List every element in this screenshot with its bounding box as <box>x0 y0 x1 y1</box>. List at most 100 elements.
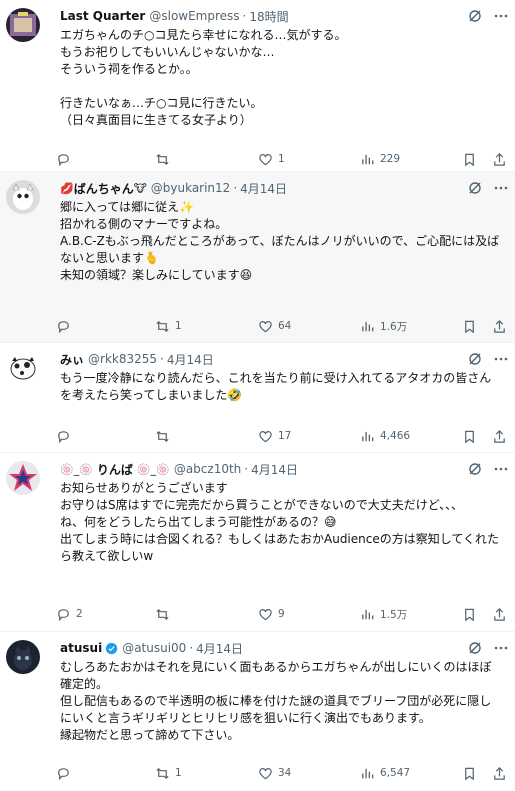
like-icon <box>259 320 272 332</box>
timestamp[interactable]: 4月14日 <box>240 180 287 197</box>
name-emoji: 🐮 <box>133 181 147 195</box>
action-bar: 2 9 1.5万 <box>58 603 505 625</box>
reply-button[interactable] <box>56 762 76 784</box>
share-button[interactable] <box>492 762 507 784</box>
more-icon[interactable] <box>493 8 509 24</box>
reply-button[interactable] <box>56 148 76 170</box>
more-icon[interactable] <box>493 351 509 367</box>
tweet[interactable]: 🍥_🍥 りんば 🍥_🍥 @abcz10th · 4月14日 お知らせありがとうご… <box>0 453 515 632</box>
handle[interactable]: @byukarin12 <box>151 181 231 195</box>
avatar[interactable] <box>6 351 40 385</box>
views-button[interactable]: 6,547 <box>360 762 410 784</box>
tweet-header: 💋 ばんちゃん 🐮 @byukarin12 · 4月14日 <box>60 172 503 198</box>
like-button[interactable]: 9 <box>258 603 285 625</box>
like-button[interactable]: 34 <box>258 762 291 784</box>
timestamp[interactable]: 4月14日 <box>251 461 298 478</box>
bookmark-button[interactable] <box>462 603 477 625</box>
timestamp[interactable]: 4月14日 <box>196 640 243 657</box>
tweet[interactable]: atusui @atusui00 · 4月14日 むしろあたおかはそれを見にいく… <box>0 632 515 791</box>
retweet-icon <box>156 767 169 779</box>
handle[interactable]: @slowEmpress <box>149 9 239 23</box>
share-button[interactable] <box>492 148 507 170</box>
reply-button[interactable]: 2 <box>56 603 83 625</box>
display-name[interactable]: Last Quarter <box>60 9 145 23</box>
reply-button[interactable] <box>56 425 76 447</box>
view-count: 6,547 <box>380 767 411 779</box>
views-button[interactable]: 1.6万 <box>360 315 407 337</box>
reply-button[interactable] <box>56 315 76 337</box>
tweet-header: Last Quarter @slowEmpress · 18時間 <box>60 0 503 26</box>
reply-icon <box>58 320 69 333</box>
tweet-text: むしろあたおかはそれを見にいく面もあるからエガちゃんが出しにいくのはほぼ確定的。… <box>60 660 492 742</box>
bookmark-icon <box>465 430 474 443</box>
grok-icon[interactable] <box>467 351 483 367</box>
avatar[interactable] <box>6 8 40 42</box>
timestamp[interactable]: 18時間 <box>249 8 288 25</box>
share-icon <box>494 607 505 621</box>
retweet-icon <box>156 320 169 332</box>
display-name[interactable]: りんば <box>97 461 133 478</box>
retweet-button[interactable]: 1 <box>155 315 182 337</box>
separator-dot: · <box>189 641 194 655</box>
like-count: 34 <box>278 767 292 779</box>
like-button[interactable]: 1 <box>258 148 285 170</box>
views-button[interactable]: 4,466 <box>360 425 410 447</box>
views-icon <box>362 768 374 778</box>
retweet-button[interactable] <box>155 425 175 447</box>
bookmark-button[interactable] <box>462 425 477 447</box>
views-button[interactable]: 229 <box>360 148 400 170</box>
retweet-icon <box>156 153 169 165</box>
tweet-text: もう一度冷静になり読んだら、これを当たり前に受け入れてるアタオカの皆さんを考えた… <box>60 371 492 402</box>
tweet[interactable]: 💋 ばんちゃん 🐮 @byukarin12 · 4月14日 郷に入っては郷に従え… <box>0 172 515 343</box>
views-button[interactable]: 1.5万 <box>360 603 407 625</box>
like-button[interactable]: 17 <box>258 425 291 447</box>
separator-dot: · <box>233 181 238 195</box>
handle[interactable]: @rkk83255 <box>88 352 157 366</box>
display-name[interactable]: みぃ <box>60 351 84 368</box>
handle[interactable]: @atusui00 <box>122 641 186 655</box>
handle[interactable]: @abcz10th <box>174 462 241 476</box>
bookmark-icon <box>465 608 474 621</box>
bookmark-icon <box>465 767 474 780</box>
more-icon[interactable] <box>493 461 509 477</box>
retweet-count: 1 <box>175 767 182 779</box>
retweet-button[interactable] <box>155 603 175 625</box>
grok-icon[interactable] <box>467 8 483 24</box>
share-icon <box>494 429 505 443</box>
grok-icon[interactable] <box>467 640 483 656</box>
retweet-count: 1 <box>175 320 182 332</box>
display-name[interactable]: atusui <box>60 641 102 655</box>
share-button[interactable] <box>492 603 507 625</box>
bookmark-button[interactable] <box>462 148 477 170</box>
retweet-icon <box>156 608 169 620</box>
display-name[interactable]: ばんちゃん <box>74 180 134 197</box>
action-bar: 1 34 6,547 <box>58 762 505 784</box>
reply-icon <box>58 767 69 780</box>
action-bar: 1 64 1.6万 <box>58 315 505 337</box>
view-count: 4,466 <box>380 430 411 442</box>
more-icon[interactable] <box>493 180 509 196</box>
avatar[interactable] <box>6 461 40 495</box>
view-count: 1.5万 <box>380 608 408 621</box>
share-icon <box>494 152 505 166</box>
bookmark-button[interactable] <box>462 762 477 784</box>
like-icon <box>259 767 272 779</box>
retweet-button[interactable] <box>155 148 175 170</box>
bookmark-icon <box>465 153 474 166</box>
like-icon <box>259 430 272 442</box>
timestamp[interactable]: 4月14日 <box>167 351 214 368</box>
bookmark-button[interactable] <box>462 315 477 337</box>
grok-icon[interactable] <box>467 180 483 196</box>
grok-icon[interactable] <box>467 461 483 477</box>
views-icon <box>362 321 374 331</box>
tweet[interactable]: みぃ @rkk83255 · 4月14日 もう一度冷静になり読んだら、これを当た… <box>0 343 515 453</box>
tweet[interactable]: Last Quarter @slowEmpress · 18時間 エガちゃんのチ… <box>0 0 515 172</box>
like-button[interactable]: 64 <box>258 315 291 337</box>
more-icon[interactable] <box>493 640 509 656</box>
share-button[interactable] <box>492 425 507 447</box>
retweet-button[interactable]: 1 <box>155 762 182 784</box>
share-button[interactable] <box>492 315 507 337</box>
avatar[interactable] <box>6 180 40 214</box>
view-count: 229 <box>380 153 401 165</box>
avatar[interactable] <box>6 640 40 674</box>
